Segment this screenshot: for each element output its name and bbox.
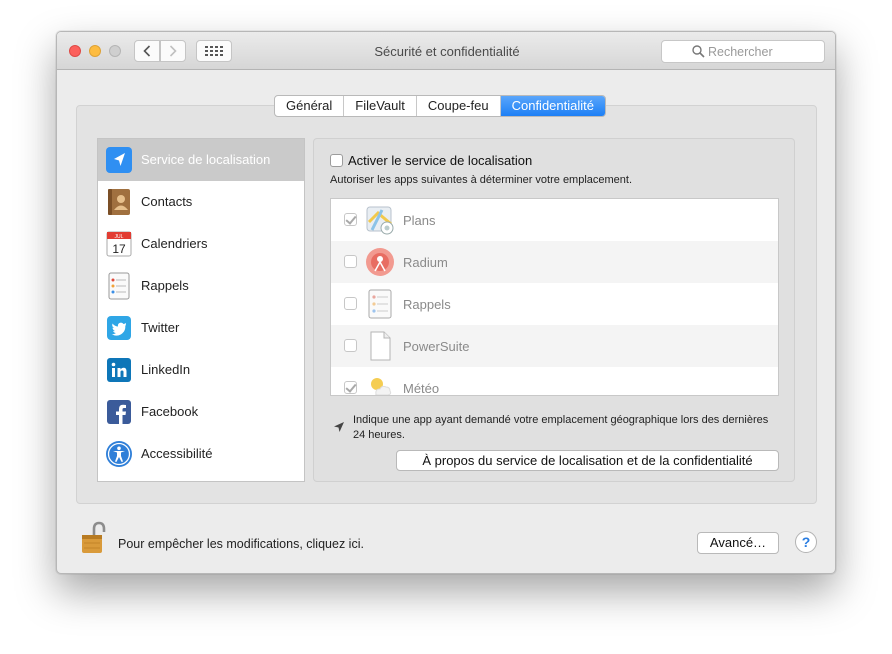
app-checkbox-rappels[interactable] — [344, 297, 357, 310]
preferences-window: Sécurité et confidentialité Rechercher G… — [56, 31, 836, 574]
generic-document-icon — [370, 331, 391, 361]
app-name: Plans — [403, 213, 436, 228]
app-row-radium: Radium — [331, 241, 778, 283]
tab-firewall[interactable]: Coupe-feu — [417, 96, 501, 116]
weather-icon — [371, 378, 392, 395]
app-name: Météo — [403, 381, 440, 396]
contacts-book-icon — [108, 189, 130, 215]
accessibility-icon — [106, 441, 132, 467]
linkedin-icon — [107, 358, 131, 382]
sidebar-item-label: Accessibilité — [141, 446, 213, 461]
enable-location-services-label[interactable]: Activer le service de localisation — [348, 153, 532, 168]
sidebar-item-label: Contacts — [141, 194, 193, 209]
about-location-privacy-button[interactable]: À propos du service de localisation et d… — [396, 450, 779, 471]
sidebar-item-contacts[interactable]: Contacts — [98, 181, 304, 223]
recent-location-note: Indique une app ayant demandé votre empl… — [353, 414, 769, 441]
sidebar-item-accessibility[interactable]: Accessibilité — [98, 433, 304, 475]
enable-location-services-checkbox[interactable] — [330, 154, 343, 167]
app-checkbox-plans[interactable] — [344, 213, 357, 226]
reminders-icon — [108, 272, 130, 300]
app-row-meteo: Météo — [331, 367, 778, 396]
advanced-button[interactable]: Avancé… — [697, 532, 779, 554]
app-list[interactable]: Plans Radium Rappels PowerSuite Météo — [330, 198, 779, 396]
title-bar: Sécurité et confidentialité Rechercher — [57, 32, 835, 70]
tab-privacy[interactable]: Confidentialité — [500, 96, 605, 116]
sidebar-item-label: Facebook — [141, 404, 199, 419]
privacy-sidebar: Service de localisation Contacts JUL 17 … — [97, 138, 305, 482]
sidebar-item-label: Twitter — [141, 320, 180, 335]
location-services-panel: Activer le service de localisation Autor… — [313, 138, 795, 482]
sidebar-item-location-services[interactable]: Service de localisation — [98, 139, 304, 181]
sidebar-item-facebook[interactable]: Facebook — [98, 391, 304, 433]
location-arrow-indicator-icon — [334, 422, 344, 432]
sidebar-item-reminders[interactable]: Rappels — [98, 265, 304, 307]
help-button[interactable]: ? — [795, 531, 817, 553]
sidebar-item-label: LinkedIn — [141, 362, 191, 377]
search-placeholder: Rechercher — [708, 44, 773, 59]
reminders-icon — [368, 289, 392, 319]
radium-icon — [366, 248, 394, 276]
search-field[interactable]: Rechercher — [661, 40, 825, 63]
apps-description: Autoriser les apps suivantes à détermine… — [330, 174, 633, 186]
sidebar-item-linkedin[interactable]: LinkedIn — [98, 349, 304, 391]
app-row-powersuite: PowerSuite — [331, 325, 778, 367]
tab-filevault[interactable]: FileVault — [344, 96, 417, 116]
tab-bar: Général FileVault Coupe-feu Confidential… — [274, 95, 606, 117]
unlocked-padlock-icon[interactable] — [80, 521, 106, 555]
lock-message[interactable]: Pour empêcher les modifications, cliquez… — [118, 537, 364, 551]
app-row-rappels: Rappels — [331, 283, 778, 325]
app-checkbox-meteo[interactable] — [344, 381, 357, 394]
facebook-icon — [107, 400, 131, 424]
calendar-icon-day: 17 — [112, 242, 126, 256]
sidebar-item-label: Service de localisation — [141, 152, 271, 167]
app-row-plans: Plans — [331, 199, 778, 241]
twitter-icon — [107, 316, 131, 340]
app-name: PowerSuite — [403, 339, 470, 354]
sidebar-item-calendars[interactable]: JUL 17 Calendriers — [98, 223, 304, 265]
sidebar-item-label: Rappels — [141, 278, 189, 293]
location-arrow-icon — [106, 147, 132, 173]
calendar-icon: JUL 17 — [106, 231, 132, 257]
sidebar-item-label: Calendriers — [141, 236, 208, 251]
app-name: Rappels — [403, 297, 451, 312]
app-name: Radium — [403, 255, 448, 270]
maps-icon — [366, 206, 394, 235]
search-icon — [692, 45, 705, 58]
app-checkbox-radium[interactable] — [344, 255, 357, 268]
tab-general[interactable]: Général — [275, 96, 345, 116]
app-checkbox-powersuite[interactable] — [344, 339, 357, 352]
calendar-icon-month: JUL — [115, 234, 124, 240]
sidebar-item-twitter[interactable]: Twitter — [98, 307, 304, 349]
